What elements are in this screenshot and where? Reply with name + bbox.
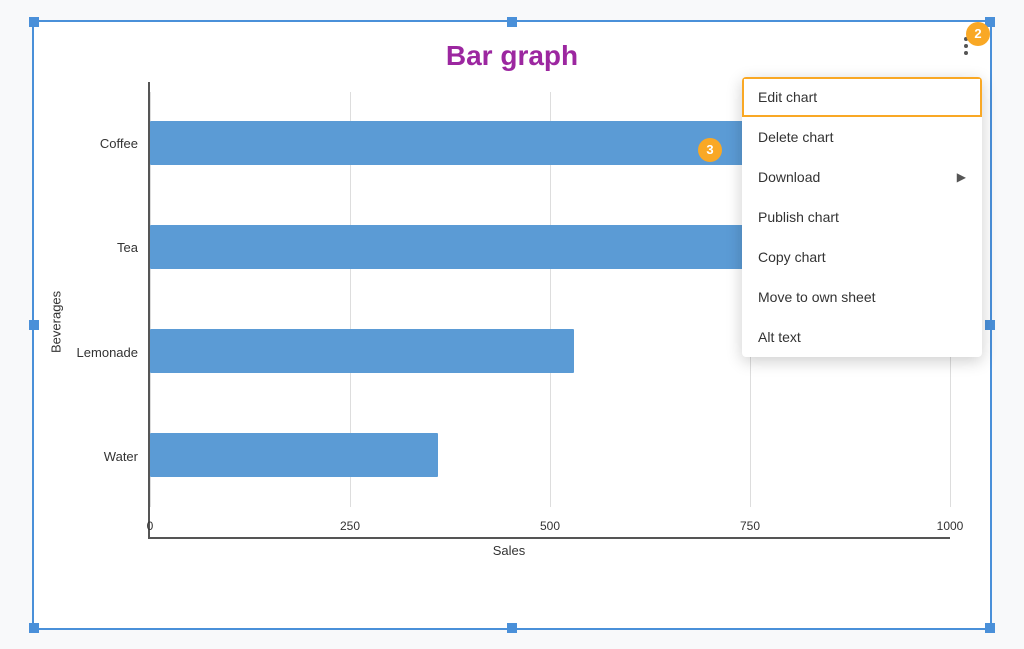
x-tick-label: 750 bbox=[740, 519, 760, 533]
handle-mr[interactable] bbox=[985, 320, 995, 330]
y-label: Water bbox=[104, 449, 138, 464]
chart-container: 2 3 Bar graph Beverages Coffee Tea Lemonad… bbox=[32, 20, 992, 630]
handle-bc[interactable] bbox=[507, 623, 517, 633]
context-menu-item-edit-chart[interactable]: Edit chart bbox=[742, 77, 982, 117]
x-tick-label: 0 bbox=[147, 519, 154, 533]
x-tick-label: 250 bbox=[340, 519, 360, 533]
bar-row bbox=[150, 425, 950, 485]
x-axis-labels: 02505007501000 bbox=[150, 509, 950, 537]
menu-item-label: Download bbox=[758, 169, 820, 185]
context-menu: Edit chart Delete chart Download ▶ Publish c… bbox=[742, 77, 982, 357]
menu-item-label: Publish chart bbox=[758, 209, 839, 225]
context-menu-item-download[interactable]: Download ▶ bbox=[742, 157, 982, 197]
y-label: Coffee bbox=[100, 136, 138, 151]
x-tick-label: 500 bbox=[540, 519, 560, 533]
chart-title: Bar graph bbox=[34, 22, 990, 82]
bar bbox=[150, 433, 438, 477]
context-menu-item-alt-text[interactable]: Alt text bbox=[742, 317, 982, 357]
badge-2: 2 bbox=[966, 22, 990, 46]
context-menu-item-copy-chart[interactable]: Copy chart bbox=[742, 237, 982, 277]
handle-tc[interactable] bbox=[507, 17, 517, 27]
chevron-right-icon: ▶ bbox=[957, 170, 966, 184]
menu-item-label: Delete chart bbox=[758, 129, 833, 145]
handle-tl[interactable] bbox=[29, 17, 39, 27]
handle-br[interactable] bbox=[985, 623, 995, 633]
menu-item-label: Alt text bbox=[758, 329, 801, 345]
y-labels: Coffee Tea Lemonade Water bbox=[68, 82, 148, 539]
handle-bl[interactable] bbox=[29, 623, 39, 633]
y-label: Tea bbox=[117, 240, 138, 255]
bar bbox=[150, 329, 574, 373]
menu-item-label: Move to own sheet bbox=[758, 289, 876, 305]
context-menu-item-move-to-own-sheet[interactable]: Move to own sheet bbox=[742, 277, 982, 317]
y-label: Lemonade bbox=[77, 345, 138, 360]
x-axis-title: Sales bbox=[68, 539, 950, 562]
badge-3: 3 bbox=[698, 138, 722, 162]
x-tick-label: 1000 bbox=[937, 519, 964, 533]
menu-item-label: Edit chart bbox=[758, 89, 817, 105]
handle-ml[interactable] bbox=[29, 320, 39, 330]
y-axis-label: Beverages bbox=[44, 82, 68, 562]
context-menu-item-publish-chart[interactable]: Publish chart bbox=[742, 197, 982, 237]
menu-item-label: Copy chart bbox=[758, 249, 826, 265]
context-menu-item-delete-chart[interactable]: Delete chart bbox=[742, 117, 982, 157]
